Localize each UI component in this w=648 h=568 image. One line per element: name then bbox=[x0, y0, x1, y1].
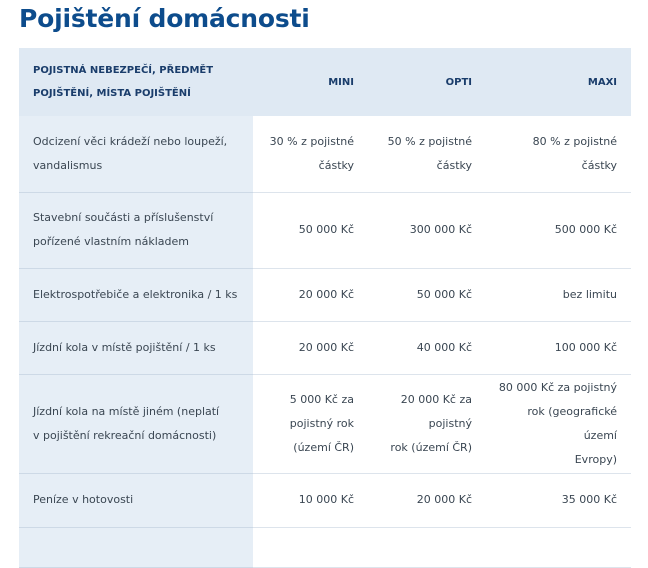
cell-mini: 5 000 Kč za pojistný rok (území ČR) bbox=[253, 374, 368, 474]
cell-maxi: 35 000 Kč bbox=[486, 473, 631, 528]
table-row: Elektrospotřebiče a elektronika / 1 ks 2… bbox=[19, 268, 631, 322]
cell-opti: 40 000 Kč bbox=[368, 321, 486, 375]
cell-maxi: 100 000 Kč bbox=[486, 321, 631, 375]
cell-maxi: bez limitu bbox=[486, 268, 631, 322]
cell-opti bbox=[368, 527, 486, 568]
cell-maxi bbox=[486, 527, 631, 568]
cell-maxi: 500 000 Kč bbox=[486, 192, 631, 269]
cell-opti: 50 % z pojistné částky bbox=[368, 116, 486, 193]
cell-maxi: 80 % z pojistné částky bbox=[486, 116, 631, 193]
row-label bbox=[19, 527, 253, 568]
header-perils: Pojistná nebezpečí, předmět pojištění, m… bbox=[19, 48, 253, 116]
row-label: Stavební součásti a příslušenství poříze… bbox=[19, 192, 253, 269]
cell-mini: 20 000 Kč bbox=[253, 268, 368, 322]
table-row: Jízdní kola v místě pojištění / 1 ks 20 … bbox=[19, 321, 631, 375]
cell-maxi: 80 000 Kč za pojistný rok (geografické ú… bbox=[486, 374, 631, 474]
cell-opti: 50 000 Kč bbox=[368, 268, 486, 322]
table-row bbox=[19, 527, 631, 568]
row-label: Peníze v hotovosti bbox=[19, 473, 253, 528]
row-label: Jízdní kola v místě pojištění / 1 ks bbox=[19, 321, 253, 375]
row-label: Elektrospotřebiče a elektronika / 1 ks bbox=[19, 268, 253, 322]
cell-mini: 20 000 Kč bbox=[253, 321, 368, 375]
table-header-row: Pojistná nebezpečí, předmět pojištění, m… bbox=[19, 48, 631, 116]
page-title: Pojištění domácnosti bbox=[19, 4, 310, 33]
coverage-table: Pojistná nebezpečí, předmět pojištění, m… bbox=[19, 48, 631, 568]
cell-opti: 20 000 Kč za pojistný rok (území ČR) bbox=[368, 374, 486, 474]
cell-opti: 300 000 Kč bbox=[368, 192, 486, 269]
header-opti: OPTI bbox=[368, 48, 486, 116]
table-row: Jízdní kola na místě jiném (neplatí v po… bbox=[19, 374, 631, 474]
cell-mini: 30 % z pojistné částky bbox=[253, 116, 368, 193]
cell-mini: 50 000 Kč bbox=[253, 192, 368, 269]
table-row: Peníze v hotovosti 10 000 Kč 20 000 Kč 3… bbox=[19, 473, 631, 528]
cell-opti: 20 000 Kč bbox=[368, 473, 486, 528]
cell-mini: 10 000 Kč bbox=[253, 473, 368, 528]
table-row: Stavební součásti a příslušenství poříze… bbox=[19, 192, 631, 269]
row-label: Jízdní kola na místě jiném (neplatí v po… bbox=[19, 374, 253, 474]
cell-mini bbox=[253, 527, 368, 568]
header-maxi: MAXI bbox=[486, 48, 631, 116]
table-row: Odcizení věci krádeží nebo loupeží, vand… bbox=[19, 116, 631, 193]
row-label: Odcizení věci krádeží nebo loupeží, vand… bbox=[19, 116, 253, 193]
header-mini: MINI bbox=[253, 48, 368, 116]
